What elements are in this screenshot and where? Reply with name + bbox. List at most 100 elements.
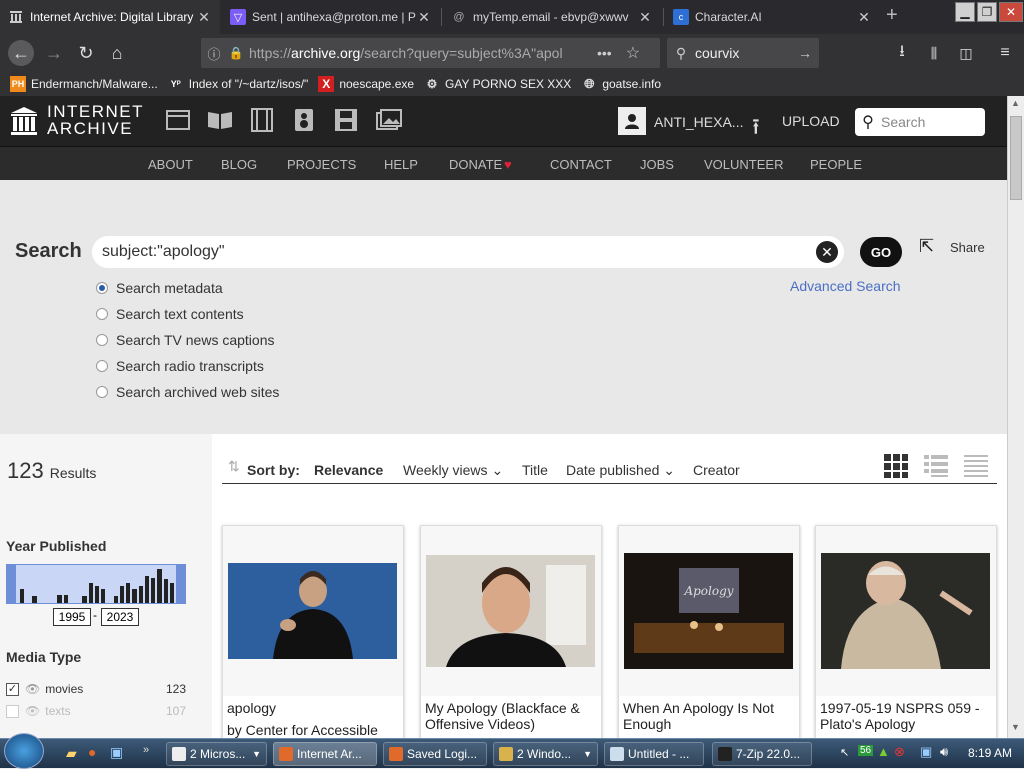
sidebar-icon[interactable]: ◫	[954, 41, 978, 65]
downloads-icon[interactable]: ⭳	[890, 41, 914, 65]
option-search-metadata[interactable]: Search metadata	[96, 280, 223, 296]
advanced-search-link[interactable]: Advanced Search	[790, 278, 901, 294]
start-orb-icon[interactable]	[4, 733, 44, 769]
sort-relevance[interactable]: Relevance	[314, 462, 383, 478]
media-facet-texts[interactable]: 👁︎ texts 107	[6, 704, 186, 718]
year-histogram[interactable]	[6, 564, 186, 604]
menu-volunteer[interactable]: VOLUNTEER	[704, 157, 783, 172]
result-card[interactable]: My Apology (Blackface & Offensive Videos…	[420, 525, 602, 738]
username[interactable]: ANTI_HEXA...	[654, 114, 743, 130]
list-compact-view-icon[interactable]	[964, 454, 988, 483]
radio-checked[interactable]	[96, 282, 108, 294]
share-icon[interactable]: ⇱	[919, 236, 934, 257]
video-thumbnail[interactable]	[228, 563, 397, 659]
histogram-right-handle[interactable]	[176, 564, 186, 604]
hamburger-menu-icon[interactable]: ≡	[993, 41, 1017, 65]
tab-internet-archive[interactable]: Internet Archive: Digital Library ✕	[0, 0, 220, 34]
tray-volume-icon[interactable]: 🔊︎	[940, 744, 948, 760]
menu-about[interactable]: ABOUT	[148, 157, 193, 172]
video-thumbnail[interactable]	[821, 553, 990, 669]
reload-icon[interactable]: ↻	[74, 41, 98, 65]
tray-security-icon[interactable]: ⊗	[894, 744, 905, 760]
bookmark-endermanch[interactable]: PH Endermanch/Malware...	[10, 76, 158, 92]
tray-display-icon[interactable]: ▣	[920, 744, 932, 760]
taskbar-item-saved-logins[interactable]: Saved Logi...	[383, 742, 487, 766]
scroll-up-icon[interactable]: ▲	[1011, 98, 1020, 108]
share-link[interactable]: Share	[950, 240, 985, 255]
taskbar-item-microsoft[interactable]: 2 Micros... ▼	[166, 742, 267, 766]
bookmark-gay-porno[interactable]: ⚙ GAY PORNO SEX XXX	[424, 76, 572, 92]
images-icon[interactable]	[376, 109, 402, 136]
video-thumbnail[interactable]	[426, 555, 595, 667]
ia-search-box[interactable]: ⚲ Search	[855, 108, 985, 136]
radio-unchecked[interactable]	[96, 334, 108, 346]
user-avatar-icon[interactable]	[618, 107, 646, 135]
sort-title[interactable]: Title	[522, 462, 548, 478]
quick-launch-desktop-icon[interactable]: ▣	[110, 744, 123, 761]
histogram-left-handle[interactable]	[6, 564, 16, 604]
query-input[interactable]: subject:"apology" ✕	[92, 236, 844, 268]
minimize-window-button[interactable]: ▁	[955, 2, 975, 22]
library-icon[interactable]: ⫼	[922, 41, 946, 65]
tab-character-ai[interactable]: c Character.AI ✕	[665, 0, 880, 34]
media-facet-movies[interactable]: ✓ 👁︎ movies 123	[6, 682, 186, 696]
menu-blog[interactable]: BLOG	[221, 157, 257, 172]
upload-link[interactable]: UPLOAD	[782, 113, 840, 129]
close-tab-icon[interactable]: ✕	[856, 9, 872, 26]
bookmark-goatse[interactable]: 🌐︎ goatse.info	[581, 76, 661, 92]
eye-icon[interactable]: 👁︎	[25, 704, 40, 718]
option-search-radio[interactable]: Search radio transcripts	[96, 358, 264, 374]
card-title[interactable]: 1997-05-19 NSPRS 059 - Plato's Apology	[820, 700, 994, 732]
menu-projects[interactable]: PROJECTS	[287, 157, 356, 172]
option-search-web[interactable]: Search archived web sites	[96, 384, 279, 400]
back-arrow-icon[interactable]: ←	[8, 40, 34, 66]
audio-speaker-icon[interactable]	[294, 108, 314, 137]
scroll-thumb[interactable]	[1010, 116, 1022, 200]
taskbar-overflow-chevron-icon[interactable]: »	[143, 744, 149, 756]
tab-mytemp[interactable]: @ myTemp.email - ebvp@xwwv ✕	[443, 0, 661, 34]
bookmark-dartz-isos[interactable]: Y P Index of "/~dartz/isos/"	[168, 76, 309, 92]
option-search-text[interactable]: Search text contents	[96, 306, 244, 322]
video-thumbnail[interactable]: Apology	[624, 553, 793, 669]
radio-unchecked[interactable]	[96, 386, 108, 398]
home-icon[interactable]: ⌂	[105, 41, 129, 65]
tray-network-icon[interactable]: ▲	[877, 744, 890, 759]
web-archive-icon[interactable]	[166, 110, 190, 135]
clear-query-icon[interactable]: ✕	[816, 241, 838, 263]
new-tab-plus-icon[interactable]: +	[886, 4, 898, 27]
checkbox-checked[interactable]: ✓	[6, 682, 19, 696]
close-tab-icon[interactable]: ✕	[196, 9, 212, 26]
scroll-down-icon[interactable]: ▼	[1011, 722, 1020, 732]
menu-help[interactable]: HELP	[384, 157, 418, 172]
result-card[interactable]: 1997-05-19 NSPRS 059 - Plato's Apology	[815, 525, 997, 738]
card-title[interactable]: My Apology (Blackface & Offensive Videos…	[425, 700, 599, 732]
tab-proton[interactable]: ▽ Sent | antihexa@proton.me | P ✕	[222, 0, 440, 34]
result-card[interactable]: apology by Center for Accessible	[222, 525, 404, 738]
sort-weekly-views[interactable]: Weekly views ⌄	[403, 462, 503, 479]
taskbar-clock[interactable]: 8:19 AM	[968, 746, 1012, 760]
software-floppy-icon[interactable]	[334, 108, 358, 137]
search-input[interactable]: courvix	[695, 45, 791, 61]
menu-donate[interactable]: DONATE	[449, 157, 502, 172]
url-bar[interactable]: ⓘ 🔒 https://archive.org/search?query=sub…	[201, 38, 660, 68]
checkbox-unchecked[interactable]	[6, 704, 19, 718]
texts-book-icon[interactable]	[207, 110, 233, 135]
forward-arrow-icon[interactable]: →	[42, 41, 66, 65]
quick-launch-folder-icon[interactable]: ▰	[66, 745, 77, 762]
close-tab-icon[interactable]: ✕	[416, 9, 432, 26]
eye-icon[interactable]: 👁︎	[25, 682, 40, 696]
sort-creator[interactable]: Creator	[693, 462, 740, 478]
year-from-input[interactable]: 1995	[53, 608, 91, 626]
ia-logo-text[interactable]: INTERNET ARCHIVE	[47, 103, 144, 137]
result-card[interactable]: Apology When An Apology Is Not Enough	[618, 525, 800, 738]
search-go-arrow-icon[interactable]: →	[791, 45, 819, 61]
grid-view-icon[interactable]	[884, 454, 909, 483]
taskbar-item-7zip[interactable]: 7-Zip 22.0...	[712, 742, 812, 766]
radio-unchecked[interactable]	[96, 308, 108, 320]
ia-logo[interactable]	[10, 106, 38, 141]
taskbar-item-internet-archive[interactable]: Internet Ar...	[273, 742, 377, 766]
close-tab-icon[interactable]: ✕	[637, 9, 653, 26]
option-search-tv[interactable]: Search TV news captions	[96, 332, 275, 348]
tray-badge[interactable]: 56	[858, 745, 874, 756]
video-film-icon[interactable]	[250, 108, 274, 137]
